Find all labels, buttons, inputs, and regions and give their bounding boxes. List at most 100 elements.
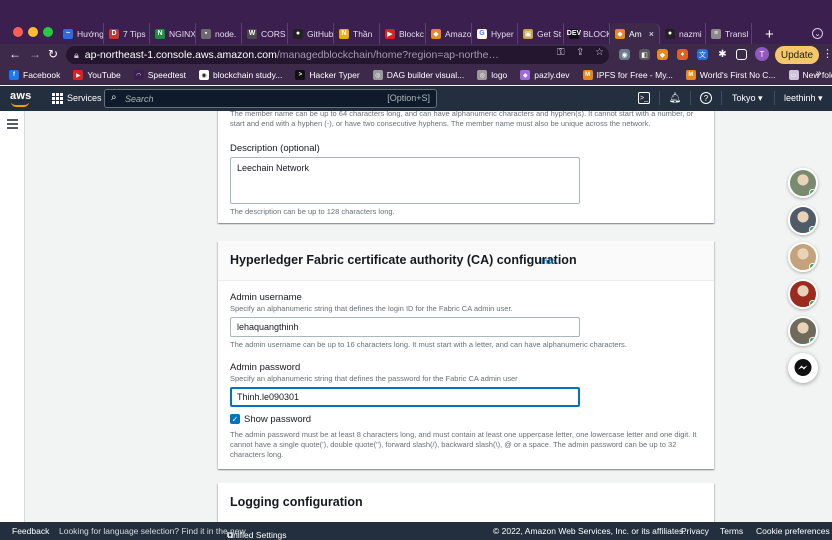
back-arrow-icon[interactable]: ← — [9, 47, 21, 61]
bookmark-item[interactable]: ◠ Speedtest — [133, 70, 186, 80]
update-button[interactable]: Update — [775, 46, 819, 64]
chat-avatar-4[interactable] — [788, 279, 818, 309]
services-menu-button[interactable]: Services — [67, 93, 102, 103]
speedtest-favicon: ◠ — [133, 70, 144, 80]
aws-favicon: ◆ — [431, 28, 441, 39]
bookmark-item[interactable]: > Hacker Typer — [295, 70, 360, 80]
member-details-panel: The member name can be up to 64 characte… — [218, 111, 714, 223]
help-icon[interactable]: ? — [700, 92, 712, 104]
browser-tab[interactable]: ▶ Blockc — [380, 23, 426, 44]
page-favicon: ▪ — [201, 28, 211, 39]
services-grid-icon[interactable] — [52, 93, 63, 104]
browser-tab[interactable]: G Hyper — [472, 23, 518, 44]
online-status-dot — [809, 263, 816, 270]
region-selector[interactable]: Tokyo ▾ — [732, 93, 763, 104]
show-password-label[interactable]: Show password — [244, 414, 311, 425]
forward-arrow-icon[interactable]: → — [29, 47, 41, 61]
browser-tab[interactable]: ● GitHub — [288, 23, 334, 44]
url-path: /managedblockchain/home?region=ap-northe… — [276, 49, 499, 61]
menu-hamburger-icon[interactable] — [7, 119, 18, 131]
bookmark-item[interactable]: ◎ DAG builder visual... — [372, 70, 465, 80]
youtube-favicon: ▶ — [385, 28, 395, 39]
browser-tab[interactable]: N NGINX — [150, 23, 196, 44]
close-tab-icon[interactable]: × — [649, 29, 654, 39]
key-icon[interactable]: ⚿ — [557, 47, 565, 58]
bookmark-label: DAG builder visual... — [386, 70, 465, 80]
browser-tab[interactable]: ◆ Am × — [610, 23, 660, 44]
chat-avatar-5[interactable] — [788, 316, 818, 346]
side-panel-icon[interactable] — [736, 49, 747, 60]
profile-avatar[interactable]: T — [755, 47, 769, 61]
m-favicon: M — [685, 70, 696, 80]
bookmark-label: World's First No C... — [699, 70, 776, 80]
browser-tab[interactable]: ▣ Get St — [518, 23, 564, 44]
fox-extension-icon[interactable]: ♦ — [677, 49, 688, 60]
nav-divider — [690, 91, 691, 105]
admin-username-input[interactable] — [230, 317, 580, 337]
admin-password-input[interactable] — [230, 387, 580, 407]
chat-avatar-1[interactable] — [788, 168, 818, 198]
puzzle-extensions-icon[interactable]: ✱ — [717, 49, 728, 60]
aws-search-box[interactable]: ⌕ [Option+S] — [104, 89, 437, 108]
external-link-icon: ⧉ — [227, 530, 234, 540]
reload-icon[interactable]: ↻ — [48, 47, 58, 61]
bookmark-star-icon[interactable]: ☆ — [595, 47, 604, 58]
window-zoom-button[interactable] — [43, 27, 53, 37]
n-favicon: N — [339, 28, 349, 39]
aws-search-input[interactable] — [125, 92, 365, 105]
browser-tab[interactable]: W CORS — [242, 23, 288, 44]
metamask-extension-icon[interactable]: ◆ — [657, 49, 668, 60]
extension-icon[interactable]: ◧ — [639, 49, 650, 60]
chat-avatar-3[interactable] — [788, 242, 818, 272]
share-icon[interactable]: ⇪ — [576, 47, 584, 58]
browser-tab[interactable]: ◆ Amazo — [426, 23, 472, 44]
terms-link[interactable]: Terms — [720, 526, 743, 536]
window-close-button[interactable] — [13, 27, 23, 37]
messenger-icon[interactable] — [788, 353, 818, 383]
bookmark-item[interactable]: M IPFS for Free - My... — [582, 70, 673, 80]
bookmark-item[interactable]: M World's First No C... — [685, 70, 776, 80]
bookmark-item[interactable]: ▭New folder — [788, 70, 832, 80]
bookmark-item[interactable]: f Facebook — [9, 70, 60, 80]
notifications-bell-icon[interactable]: 🔔︎ — [669, 92, 682, 104]
bookmark-item[interactable]: ▶ YouTube — [73, 70, 121, 80]
address-bar[interactable]: 🔒︎ ap-northeast-1.console.aws.amazon.com… — [66, 46, 609, 64]
tab-search-icon[interactable]: ⌄ — [812, 28, 823, 39]
online-status-dot — [809, 189, 816, 196]
bookmarks-overflow-icon[interactable]: » — [816, 68, 822, 79]
window-minimize-button[interactable] — [28, 27, 38, 37]
browser-tab[interactable]: DEV BLOCK — [564, 23, 610, 44]
chat-avatar-2[interactable] — [788, 205, 818, 235]
browser-menu-icon[interactable]: ⋮ — [822, 47, 832, 60]
show-password-checkbox[interactable]: ✓ — [230, 414, 240, 424]
feedback-link[interactable]: Feedback — [12, 526, 49, 536]
main-content[interactable]: The member name can be up to 64 characte… — [26, 111, 832, 522]
tab-title: BLOCK — [583, 28, 610, 39]
browser-tab[interactable]: ● nazmi — [660, 23, 706, 44]
info-link[interactable]: Info — [541, 257, 556, 266]
logging-configuration-panel: Logging configuration — [218, 483, 714, 522]
new-tab-button[interactable]: + — [765, 26, 774, 43]
account-menu[interactable]: leethinh ▾ — [784, 93, 823, 104]
privacy-link[interactable]: Privacy — [681, 526, 709, 536]
description-textarea[interactable] — [230, 157, 580, 204]
browser-tab[interactable]: N Thần — [334, 23, 380, 44]
browser-tab[interactable]: D 7 Tips — [104, 23, 150, 44]
cloudshell-icon[interactable]: >_ — [638, 92, 650, 104]
tab-title: Thần — [353, 28, 373, 39]
aws-smile-mark — [11, 102, 29, 107]
tab-title: CORS — [261, 28, 286, 39]
bookmark-item[interactable]: ◆ pazly.dev — [520, 70, 570, 80]
package-favicon: ▣ — [523, 28, 533, 39]
browser-tab[interactable]: ▪ node. — [196, 23, 242, 44]
cookie-preferences-link[interactable]: Cookie preferences — [756, 526, 830, 536]
compass-extension-icon[interactable]: ◉ — [619, 49, 630, 60]
browser-tab[interactable]: ~ Hướng — [58, 23, 104, 44]
aws-logo[interactable]: aws — [10, 90, 32, 107]
translate-extension-icon[interactable]: 文 — [697, 49, 708, 60]
bookmark-item[interactable]: ◉ blockchain study... — [199, 70, 282, 80]
bookmark-item[interactable]: ◎ logo — [477, 70, 507, 80]
browser-tab[interactable]: ≡ Transl — [706, 23, 752, 44]
aws-logo-text: aws — [10, 90, 32, 102]
bookmark-label: YouTube — [87, 70, 121, 80]
